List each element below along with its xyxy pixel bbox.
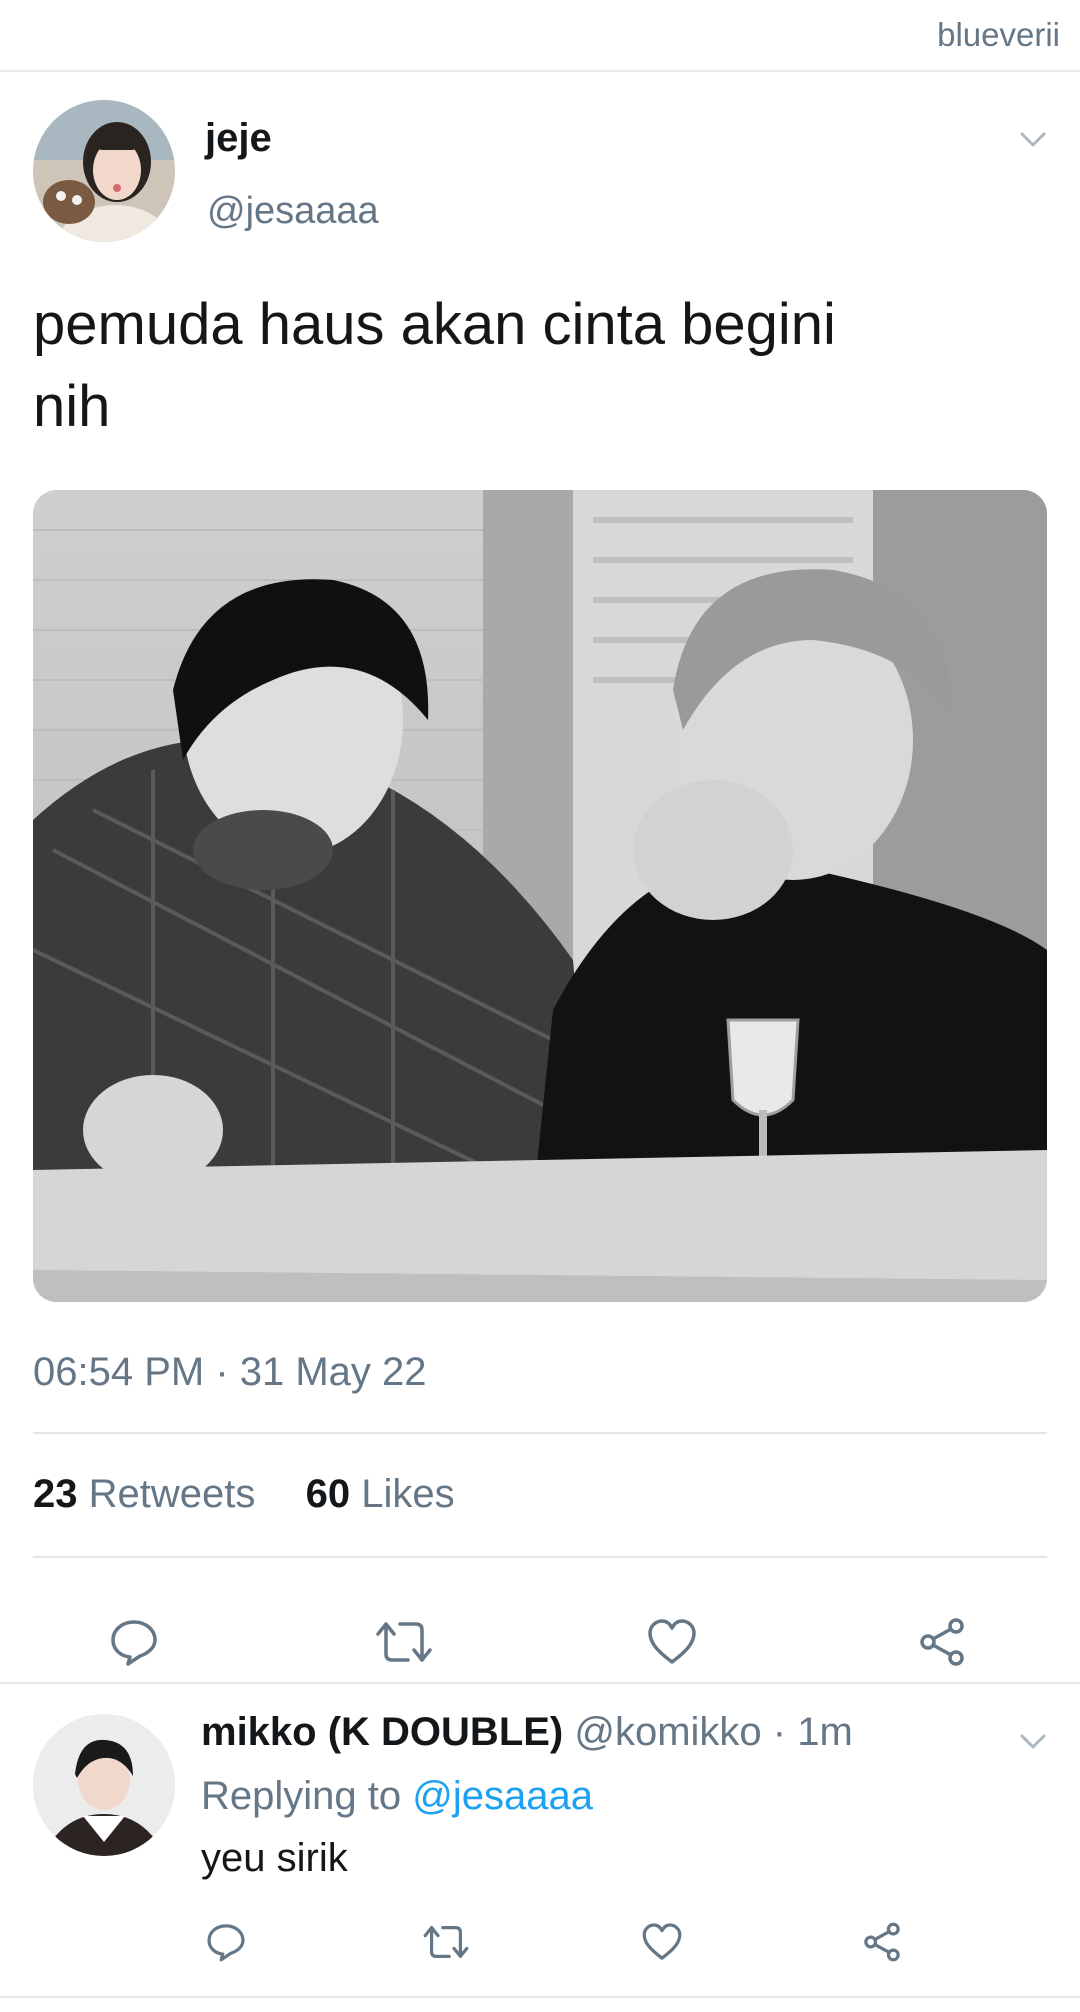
tweet-timestamp[interactable]: 06:54 PM · 31 May 22 bbox=[33, 1350, 427, 1395]
like-icon[interactable] bbox=[640, 1610, 704, 1674]
watermark-text: blueverii bbox=[937, 16, 1060, 53]
replying-prefix: Replying to bbox=[201, 1774, 402, 1818]
display-name[interactable]: jeje bbox=[205, 116, 272, 161]
avatar[interactable] bbox=[33, 100, 175, 242]
chevron-down-icon[interactable] bbox=[1016, 122, 1050, 156]
reply-actions bbox=[0, 1914, 1080, 1970]
reply-icon[interactable] bbox=[102, 1610, 166, 1674]
avatar-photo bbox=[33, 100, 175, 242]
reply-tweet[interactable]: mikko (K DOUBLE) @komikko · 1m Replying … bbox=[0, 1684, 1080, 1998]
retweets-label[interactable]: Retweets bbox=[89, 1472, 256, 1516]
likes-label[interactable]: Likes bbox=[361, 1472, 454, 1516]
replying-to: Replying to @jesaaaa bbox=[201, 1774, 593, 1819]
tweet-text: pemuda haus akan cinta begini nih bbox=[33, 284, 1033, 448]
tweet-card: jeje @jesaaaa pemuda haus akan cinta beg… bbox=[0, 72, 1080, 1684]
avatar[interactable] bbox=[33, 1714, 175, 1856]
watermark-bar: blueverii bbox=[0, 0, 1080, 72]
tweet-actions bbox=[0, 1610, 1080, 1674]
retweets-count[interactable]: 23 bbox=[33, 1472, 78, 1516]
reply-icon[interactable] bbox=[198, 1914, 254, 1970]
divider bbox=[33, 1432, 1047, 1434]
user-handle[interactable]: @jesaaaa bbox=[207, 190, 379, 233]
chevron-down-icon[interactable] bbox=[1016, 1724, 1050, 1758]
tweet-text-line-1: pemuda haus akan cinta begini bbox=[33, 292, 836, 357]
reply-handle-time[interactable]: @komikko · 1m bbox=[574, 1710, 852, 1754]
retweet-icon[interactable] bbox=[372, 1610, 436, 1674]
tweet-text-line-2: nih bbox=[33, 374, 111, 439]
share-icon[interactable] bbox=[854, 1914, 910, 1970]
reply-display-name[interactable]: mikko (K DOUBLE) bbox=[201, 1710, 563, 1754]
share-icon[interactable] bbox=[910, 1610, 974, 1674]
replying-mention[interactable]: @jesaaaa bbox=[412, 1774, 593, 1818]
engagement-stats: 23 Retweets 60 Likes bbox=[33, 1472, 455, 1517]
tweet-media-image[interactable] bbox=[33, 490, 1047, 1302]
reply-header: mikko (K DOUBLE) @komikko · 1m bbox=[201, 1710, 853, 1755]
reply-text: yeu sirik bbox=[201, 1836, 348, 1880]
retweet-icon[interactable] bbox=[418, 1914, 474, 1970]
media-photo bbox=[33, 490, 1047, 1302]
divider bbox=[33, 1556, 1047, 1558]
avatar-photo bbox=[33, 1714, 175, 1856]
like-icon[interactable] bbox=[634, 1914, 690, 1970]
likes-count[interactable]: 60 bbox=[306, 1472, 351, 1516]
